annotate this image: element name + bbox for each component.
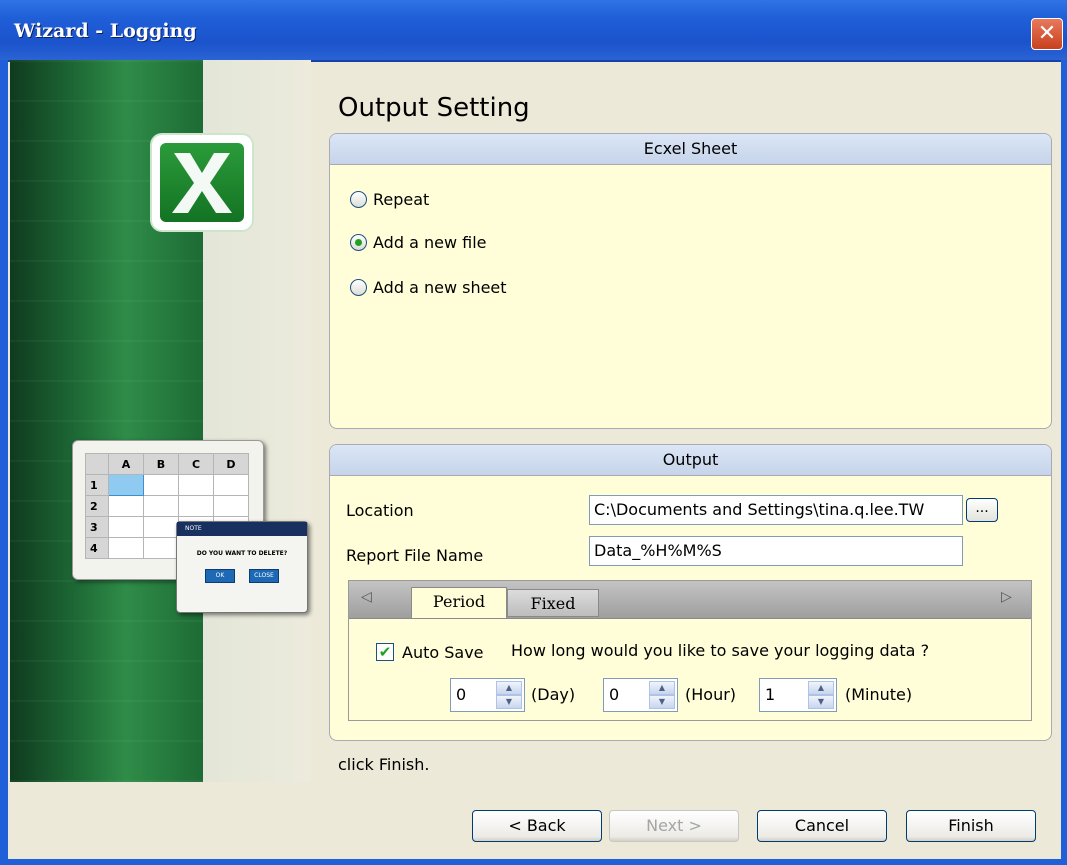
excel-x-icon: [172, 153, 232, 213]
grid-cell: [213, 474, 249, 496]
checkmark-icon: ✔: [378, 643, 392, 661]
grid-corner: [85, 453, 109, 475]
window-border-right: [1061, 60, 1067, 865]
radio-label: Add a new file: [373, 233, 487, 252]
dialog-illus-close: CLOSE: [249, 569, 279, 583]
grid-cell: [178, 495, 214, 517]
radio-label: Repeat: [373, 190, 430, 209]
dialog-illustration: NOTE DO YOU WANT TO DELETE? OK CLOSE: [176, 521, 308, 613]
browse-button[interactable]: ...: [966, 498, 998, 522]
save-duration-question: How long would you like to save your log…: [511, 641, 930, 660]
tab-strip: ◁ Period Fixed ▷: [349, 581, 1031, 619]
grid-cell: [108, 516, 144, 538]
hour-spin-buttons: ▲ ▼: [649, 681, 675, 709]
window-border-left: [0, 60, 8, 865]
window-border-bottom: [0, 859, 1067, 865]
radio-label: Add a new sheet: [373, 278, 507, 297]
day-spinner[interactable]: 0 ▲ ▼: [450, 678, 525, 712]
dialog-illus-ok: OK: [205, 569, 235, 583]
radio-button-selected[interactable]: [350, 234, 367, 251]
cancel-button[interactable]: Cancel: [757, 810, 887, 842]
grid-col-header: A: [108, 453, 144, 475]
grid-cell: [143, 474, 179, 496]
location-input[interactable]: C:\Documents and Settings\tina.q.lee.TW: [589, 495, 963, 525]
finish-button[interactable]: Finish: [906, 810, 1036, 842]
title-bar: Wizard - Logging ✕: [0, 0, 1067, 62]
hour-increment-icon[interactable]: ▲: [649, 681, 675, 695]
day-increment-icon[interactable]: ▲: [496, 681, 522, 695]
day-label: (Day): [531, 685, 576, 704]
grid-cell: [108, 537, 144, 559]
minute-spinner[interactable]: 1 ▲ ▼: [759, 678, 837, 712]
window-title: Wizard - Logging: [14, 20, 197, 42]
day-value[interactable]: 0: [456, 685, 466, 704]
dialog-illus-title: NOTE: [177, 522, 307, 536]
radio-add-new-sheet[interactable]: Add a new sheet: [350, 278, 507, 297]
hour-decrement-icon[interactable]: ▼: [649, 695, 675, 709]
auto-save-checkbox[interactable]: ✔: [376, 643, 394, 661]
close-icon: ✕: [1037, 21, 1057, 46]
excel-logo-icon: [152, 135, 252, 230]
radio-add-new-file[interactable]: Add a new file: [350, 233, 486, 252]
report-file-name-input[interactable]: Data_%H%M%S: [589, 536, 963, 566]
grid-cell-selected: [108, 474, 144, 496]
radio-button[interactable]: [350, 191, 367, 208]
dialog-illus-buttons: OK CLOSE: [177, 569, 307, 583]
dialog-illus-message: DO YOU WANT TO DELETE?: [196, 550, 288, 557]
grid-cell: [143, 495, 179, 517]
minute-increment-icon[interactable]: ▲: [808, 681, 834, 695]
minute-spin-buttons: ▲ ▼: [808, 681, 834, 709]
grid-row-header: 1: [85, 474, 109, 496]
location-label: Location: [346, 501, 414, 520]
minute-value[interactable]: 1: [765, 685, 775, 704]
tab-scroll-left-icon[interactable]: ◁: [361, 589, 372, 605]
minute-label: (Minute): [845, 685, 913, 704]
excel-logo-body: [160, 143, 244, 222]
day-spin-buttons: ▲ ▼: [496, 681, 522, 709]
report-file-name-label: Report File Name: [346, 546, 484, 565]
grid-cell: [108, 495, 144, 517]
grid-col-header: B: [143, 453, 179, 475]
next-button[interactable]: Next >: [609, 810, 739, 842]
grid-col-header: C: [178, 453, 214, 475]
grid-cell: [143, 537, 179, 559]
excel-sheet-header: Ecxel Sheet: [330, 134, 1051, 165]
grid-cell: [143, 516, 179, 538]
grid-col-header: D: [213, 453, 249, 475]
back-button[interactable]: < Back: [472, 810, 602, 842]
tab-period[interactable]: Period: [411, 587, 507, 618]
hour-spinner[interactable]: 0 ▲ ▼: [603, 678, 678, 712]
radio-button[interactable]: [350, 279, 367, 296]
hour-label: (Hour): [685, 685, 737, 704]
grid-cell: [213, 495, 249, 517]
day-decrement-icon[interactable]: ▼: [496, 695, 522, 709]
hour-value[interactable]: 0: [609, 685, 619, 704]
auto-save-label: Auto Save: [402, 643, 484, 662]
grid-row-header: 3: [85, 516, 109, 538]
output-header: Output: [330, 445, 1051, 476]
grid-cell: [178, 474, 214, 496]
finish-hint: click Finish.: [338, 755, 430, 774]
close-button[interactable]: ✕: [1031, 18, 1063, 50]
tab-fixed[interactable]: Fixed: [507, 589, 599, 617]
radio-repeat[interactable]: Repeat: [350, 190, 429, 209]
minute-decrement-icon[interactable]: ▼: [808, 695, 834, 709]
grid-row-header: 2: [85, 495, 109, 517]
tab-scroll-right-icon[interactable]: ▷: [1001, 589, 1012, 605]
grid-row-header: 4: [85, 537, 109, 559]
page-title: Output Setting: [338, 93, 530, 123]
